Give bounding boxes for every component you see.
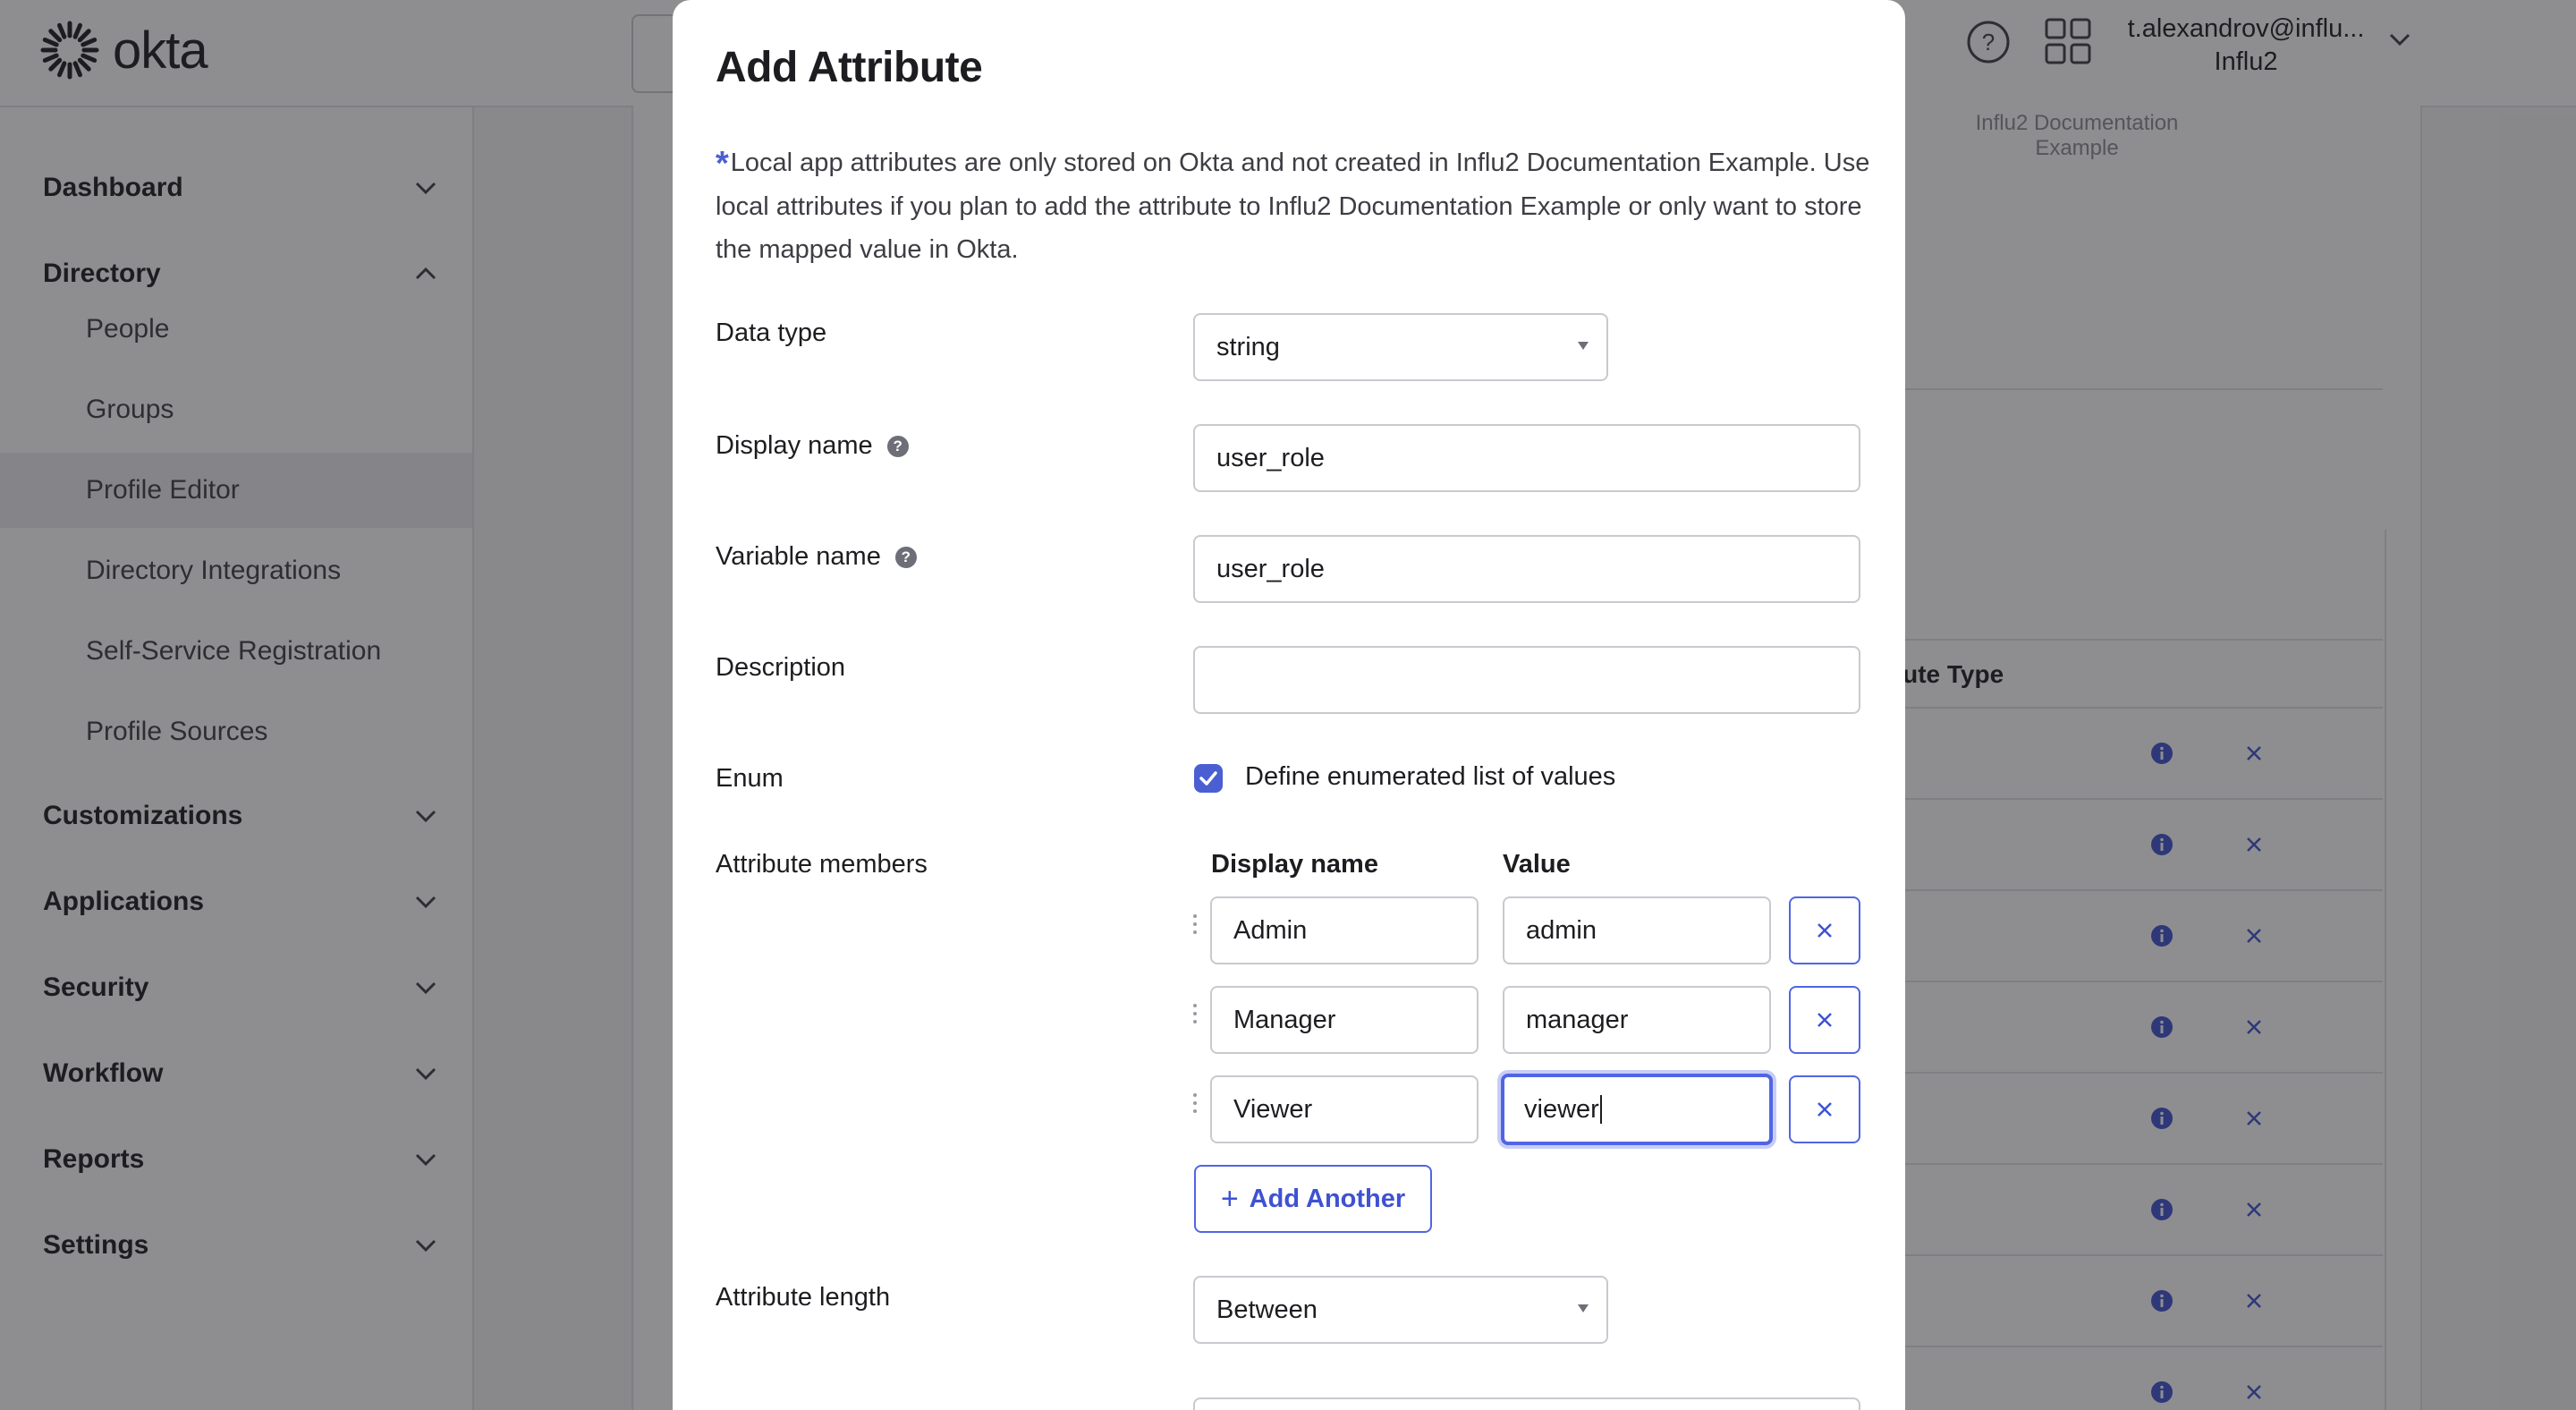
member-value-input[interactable]: manager [1503,986,1771,1054]
remove-member-button[interactable] [1789,986,1860,1054]
variable-name-label-text: Variable name [716,542,881,571]
drag-handle-icon[interactable] [1193,914,1200,939]
member-value-input[interactable]: viewer [1501,1074,1773,1145]
attribute-length-value: Between [1216,1295,1318,1324]
member-display-name-input[interactable]: Viewer [1210,1075,1479,1143]
member-display-name-value: Viewer [1233,1094,1313,1124]
display-name-label: Display name ? [716,431,909,461]
member-value-value: manager [1526,1005,1629,1034]
description-label: Description [716,653,845,683]
members-col-value: Value [1503,850,1571,879]
member-display-name-input[interactable]: Manager [1210,986,1479,1054]
close-icon [1818,1102,1832,1117]
member-display-name-value: Manager [1233,1005,1336,1034]
attribute-members-label-text: Attribute members [716,850,928,879]
help-icon[interactable]: ? [894,546,917,568]
caret-down-icon [1578,342,1589,350]
member-display-name-value: Admin [1233,915,1308,945]
remove-member-button[interactable] [1789,896,1860,964]
add-another-button[interactable]: + Add Another [1194,1165,1432,1233]
display-name-value: user_role [1216,443,1325,472]
modal-note-text: Local app attributes are only stored on … [716,149,1870,264]
variable-name-value: user_role [1216,554,1325,583]
members-col-display-name: Display name [1211,850,1378,879]
member-value-value: viewer [1524,1094,1599,1124]
data-type-label: Data type [716,319,826,348]
enum-label: Enum [716,764,784,794]
help-icon[interactable]: ? [886,435,909,457]
drag-handle-icon[interactable] [1193,1093,1200,1117]
remove-member-button[interactable] [1789,1075,1860,1143]
text-cursor [1599,1095,1602,1124]
close-icon [1818,923,1832,938]
description-input[interactable] [1193,646,1860,714]
data-type-label-text: Data type [716,319,827,347]
display-name-label-text: Display name [716,431,873,460]
data-type-select[interactable]: string [1193,313,1608,381]
caret-down-icon [1578,1304,1589,1312]
description-label-text: Description [716,653,846,682]
data-type-value: string [1216,332,1280,361]
attribute-length-label-text: Attribute length [716,1283,891,1312]
member-display-name-input[interactable]: Admin [1210,896,1479,964]
checkmark-icon [1199,771,1217,786]
attribute-members-label: Attribute members [716,850,928,879]
enum-checkbox-label[interactable]: Define enumerated list of values [1245,762,1615,792]
attribute-length-label: Attribute length [716,1283,890,1312]
asterisk-icon: * [716,145,729,183]
add-another-label: Add Another [1249,1184,1406,1213]
modal-note: *Local app attributes are only stored on… [716,141,1878,271]
enum-checkbox[interactable] [1194,764,1223,793]
modal-title: Add Attribute [716,44,983,91]
enum-label-text: Enum [716,764,784,793]
display-name-input[interactable]: user_role [1193,424,1860,492]
member-value-value: admin [1526,915,1597,945]
add-attribute-modal: Add Attribute *Local app attributes are … [673,0,1905,1410]
variable-name-label: Variable name ? [716,542,917,572]
variable-name-input[interactable]: user_role [1193,535,1860,603]
attribute-length-min-input[interactable] [1193,1397,1860,1410]
attribute-length-select[interactable]: Between [1193,1276,1608,1344]
close-icon [1818,1013,1832,1027]
plus-icon: + [1220,1181,1239,1216]
drag-handle-icon[interactable] [1193,1004,1200,1028]
member-value-input[interactable]: admin [1503,896,1771,964]
